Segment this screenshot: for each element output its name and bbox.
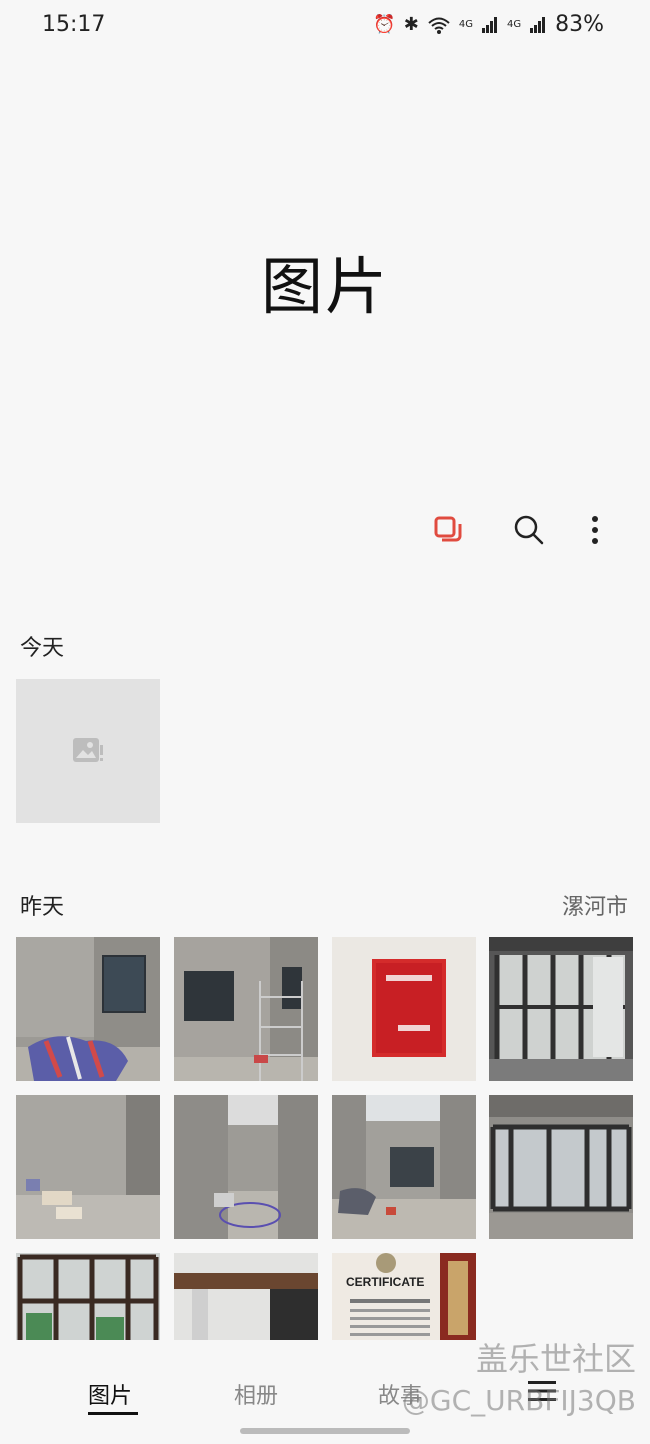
section-title-today: 今天 (20, 636, 65, 661)
section-location[interactable]: 漯河市 (562, 889, 628, 921)
select-multiple-icon (434, 516, 462, 542)
page-title: 图片 (260, 250, 389, 323)
photo-thumbnail[interactable] (174, 1253, 318, 1343)
section-title-yesterday: 昨天 (20, 895, 65, 920)
battery-percentage: 83% (555, 12, 604, 37)
watermark-user: @GC_URBFIJ3QB (401, 1384, 636, 1417)
more-vert-icon (592, 516, 598, 544)
tab-albums[interactable]: 相册 (234, 1378, 278, 1410)
more-options-button[interactable] (573, 508, 617, 552)
photo-thumbnail[interactable] (16, 1253, 160, 1343)
alarm-icon: ⏰ (373, 13, 396, 35)
select-multiple-button[interactable] (426, 508, 470, 552)
photo-thumbnail-placeholder[interactable] (16, 679, 160, 823)
photo-thumbnail[interactable] (16, 1095, 160, 1239)
certificate-heading: CERTIFICATE (346, 1275, 425, 1289)
photo-thumbnail[interactable] (16, 937, 160, 1081)
signal-icon (481, 16, 497, 33)
bluetooth-icon: ✱ (403, 13, 419, 35)
photo-thumbnail[interactable] (332, 937, 476, 1081)
photo-thumbnail[interactable] (174, 1095, 318, 1239)
status-bar: 15:17 ⏰ ✱ 4G 4G 83% (0, 0, 650, 56)
network-4g-label-1: 4G (458, 18, 473, 30)
photo-thumbnail[interactable] (489, 1095, 633, 1239)
photo-thumbnail[interactable] (332, 1095, 476, 1239)
status-time: 15:17 (42, 12, 106, 37)
active-tab-indicator (88, 1412, 138, 1415)
signal-icon-2 (530, 16, 546, 33)
search-button[interactable] (507, 508, 551, 552)
search-icon (514, 515, 544, 545)
status-icons: ⏰ ✱ 4G 4G 83% (373, 12, 604, 37)
network-4g-label-2: 4G (506, 18, 522, 30)
tab-pictures[interactable]: 图片 (88, 1378, 132, 1410)
photo-thumbnail[interactable] (489, 937, 633, 1081)
broken-image-icon (73, 738, 103, 762)
wifi-icon (428, 17, 450, 34)
watermark-community: 盖乐世社区 (475, 1340, 636, 1378)
photo-thumbnail[interactable] (174, 937, 318, 1081)
photo-thumbnail[interactable]: CERTIFICATE (332, 1253, 476, 1343)
home-indicator[interactable] (240, 1428, 410, 1434)
